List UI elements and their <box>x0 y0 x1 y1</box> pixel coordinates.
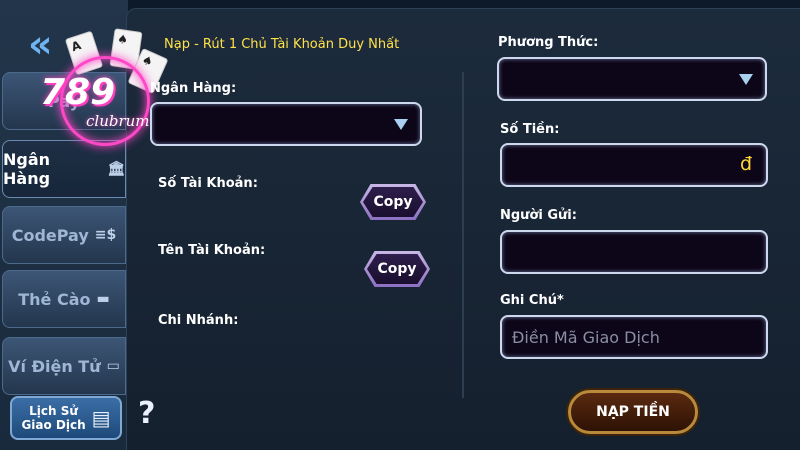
coin-icon: ≡$ <box>94 227 117 243</box>
transaction-history-button[interactable]: Lịch Sử Giao Dịch ▤ <box>10 396 122 440</box>
copy-account-number-button[interactable]: Copy <box>360 184 426 220</box>
sender-label: Người Gửi: <box>500 208 577 223</box>
nav-tab-codepay[interactable]: CodePay ≡$ <box>2 206 126 264</box>
note-input[interactable]: Điền Mã Giao Dịch <box>500 315 768 359</box>
note-placeholder: Điền Mã Giao Dịch <box>512 327 660 347</box>
dropdown-arrow-icon <box>394 119 408 130</box>
dropdown-arrow-icon <box>739 74 753 85</box>
copy-label: Copy <box>377 261 417 277</box>
copy-account-name-button[interactable]: Copy <box>364 251 430 287</box>
history-label: Lịch Sử Giao Dịch <box>21 404 86 432</box>
amount-input[interactable]: đ <box>500 143 768 187</box>
logo-number: 789 <box>40 72 116 113</box>
currency-symbol: đ <box>739 153 752 175</box>
copy-label: Copy <box>373 194 413 210</box>
nav-tab-bank[interactable]: Ngân Hàng 🏛 <box>2 140 126 198</box>
method-select[interactable] <box>497 57 767 101</box>
note-label: Ghi Chú* <box>500 293 564 308</box>
nav-tab-label: Ví Điện Tử <box>8 356 101 376</box>
branch-label: Chi Nhánh: <box>158 313 239 328</box>
logo-club: clubrum <box>86 112 150 130</box>
amount-label: Số Tiền: <box>500 122 560 137</box>
method-label: Phương Thức: <box>498 35 599 50</box>
nav-tab-e-wallet[interactable]: Ví Điện Tử ▭ <box>2 337 126 395</box>
logo: « A ♠ ♠ 789 clubrum <box>20 16 170 146</box>
account-number-label: Số Tài Khoản: <box>158 176 258 191</box>
column-divider <box>462 72 464 398</box>
account-name-label: Tên Tài Khoản: <box>158 243 266 258</box>
wallet-icon: ▭ <box>106 358 120 374</box>
nav-tab-label: CodePay <box>11 225 89 245</box>
bank-select[interactable] <box>150 102 422 146</box>
back-arrow-icon[interactable]: « <box>28 22 52 66</box>
nav-tab-label: Thẻ Cào <box>18 289 91 309</box>
sender-input[interactable] <box>500 230 768 274</box>
nav-tab-label: Ngân Hàng <box>3 150 51 188</box>
card-icon: ▬ <box>96 291 110 307</box>
notice-text: Nạp - Rút 1 Chủ Tài Khoản Duy Nhất <box>164 37 400 52</box>
receipt-icon: ▤ <box>91 406 111 430</box>
bank-label: Ngân Hàng: <box>150 81 237 96</box>
nav-tab-scratch-card[interactable]: Thẻ Cào ▬ <box>2 270 126 328</box>
help-icon[interactable]: ? <box>138 396 155 431</box>
deposit-submit-button[interactable]: NẠP TIỀN <box>568 390 698 434</box>
bank-icon: 🏛 <box>107 161 125 177</box>
